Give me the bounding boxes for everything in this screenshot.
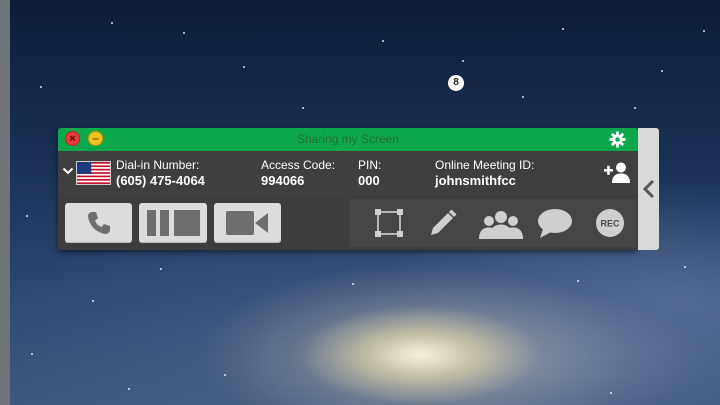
add-user-icon[interactable]	[603, 160, 631, 184]
video-button[interactable]	[214, 203, 281, 243]
dial-in-field: Dial-in Number: (605) 475-4064	[116, 158, 205, 189]
participants-count-badge: 8	[448, 75, 464, 91]
us-flag-icon[interactable]	[76, 161, 111, 185]
chevron-down-icon[interactable]	[62, 166, 74, 176]
tools-panel: REC	[350, 199, 636, 247]
phone-icon	[88, 212, 110, 234]
pause-stop-button[interactable]	[139, 203, 207, 243]
meeting-id-field: Online Meeting ID: johnsmithfcc	[435, 158, 534, 189]
dial-in-number: (605) 475-4064	[116, 173, 205, 188]
access-code-label: Access Code:	[261, 158, 336, 172]
title-bar[interactable]: × – Sharing my Screen	[58, 128, 638, 151]
participants-icon[interactable]	[478, 209, 524, 239]
select-region-icon[interactable]	[374, 208, 404, 238]
access-code-field: Access Code: 994066	[261, 158, 335, 189]
chat-icon[interactable]	[537, 207, 573, 239]
pin-label: PIN:	[358, 158, 382, 172]
pin-field: PIN: 000	[358, 158, 381, 189]
phone-button[interactable]	[65, 203, 132, 243]
chevron-left-icon[interactable]	[642, 179, 656, 199]
window-title: Sharing my Screen	[296, 132, 400, 146]
record-icon[interactable]: REC	[595, 208, 625, 238]
access-code-value: 994066	[261, 173, 305, 188]
stop-icon	[174, 210, 200, 236]
screen-edge	[0, 0, 10, 405]
meeting-id-value: johnsmithfcc	[435, 173, 516, 188]
meeting-info-row: Dial-in Number: (605) 475-4064 Access Co…	[58, 151, 638, 195]
pin-value: 000	[358, 173, 380, 188]
rec-label: REC	[600, 219, 620, 229]
dial-in-label: Dial-in Number:	[116, 158, 200, 172]
video-camera-icon	[226, 211, 268, 235]
pencil-icon[interactable]	[428, 208, 458, 238]
pause-icon	[147, 210, 169, 236]
gear-icon[interactable]	[609, 131, 626, 148]
meeting-id-label: Online Meeting ID:	[435, 158, 535, 172]
controls-row: REC	[58, 195, 638, 250]
screen-share-widget: × – Sharing my Screen Dial-in Number: (6…	[58, 128, 638, 250]
